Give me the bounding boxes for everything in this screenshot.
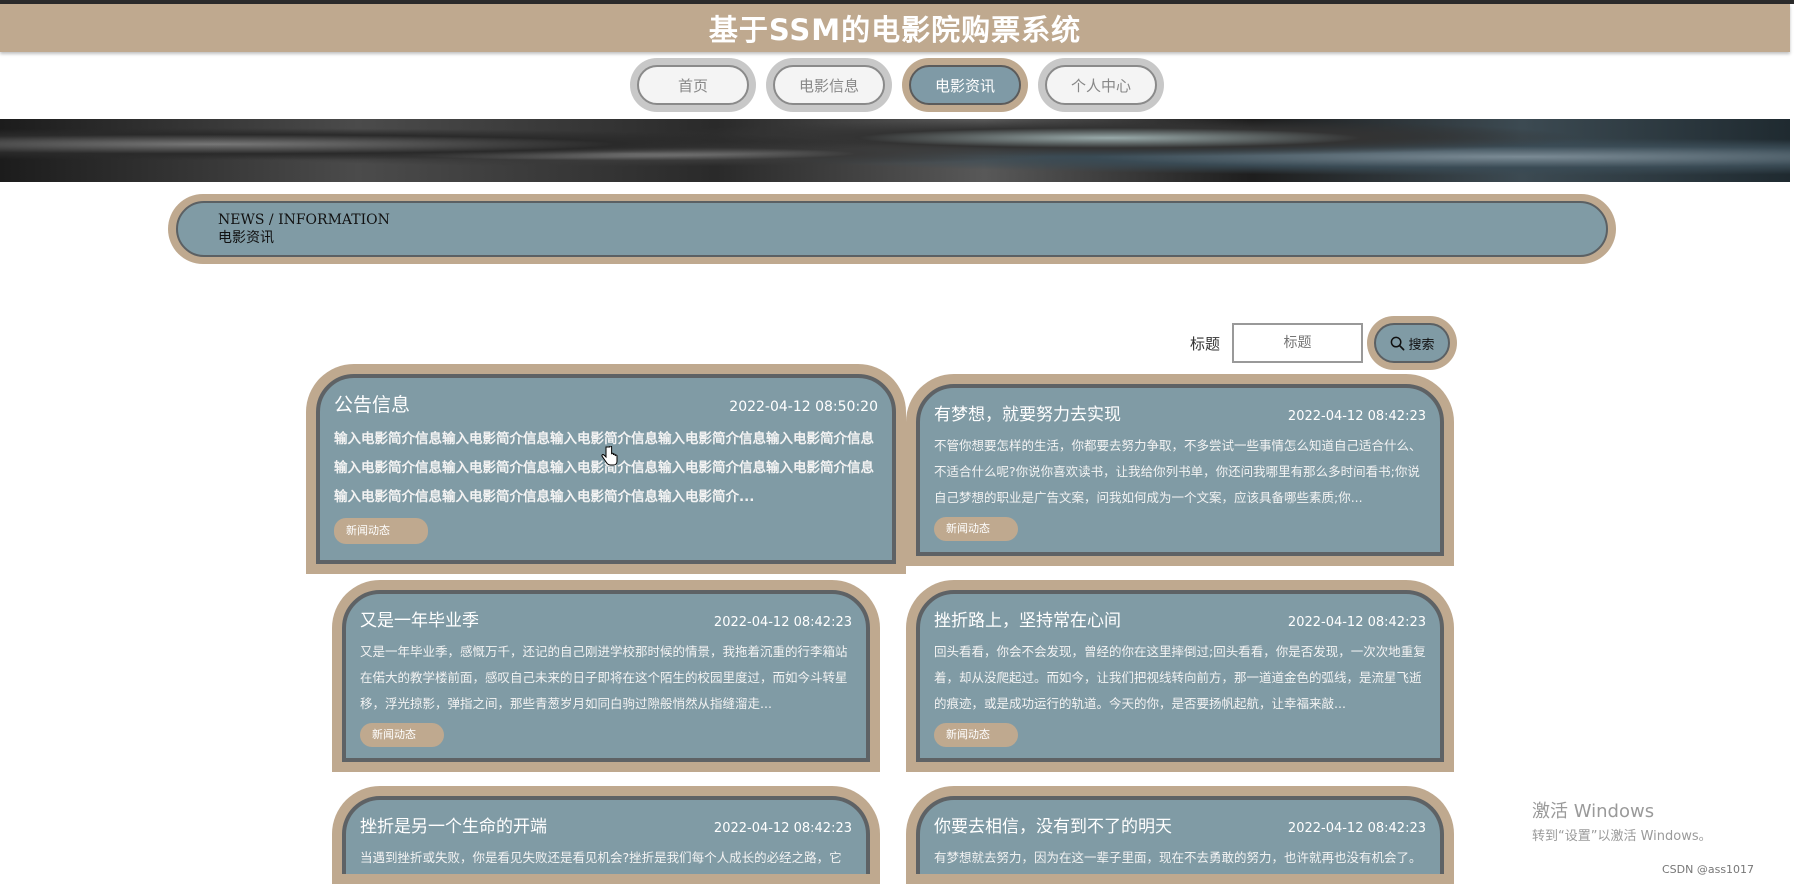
- news-card[interactable]: 公告信息 2022-04-12 08:50:20 输入电影简介信息输入电影简介信…: [306, 364, 906, 574]
- news-title: 挫折路上，坚持常在心间: [934, 611, 1121, 631]
- news-date: 2022-04-12 08:50:20: [729, 399, 878, 415]
- windows-activation-watermark: 激活 Windows 转到“设置”以激活 Windows。: [1532, 797, 1712, 844]
- news-title: 挫折是另一个生命的开端: [360, 817, 547, 837]
- nav-label: 电影信息: [773, 65, 885, 105]
- nav-item-profile[interactable]: 个人中心: [1038, 58, 1164, 112]
- news-date: 2022-04-12 08:42:23: [1287, 821, 1426, 836]
- site-header: 基于SSM的电影院购票系统: [0, 4, 1790, 52]
- news-date: 2022-04-12 08:42:23: [1287, 409, 1426, 424]
- search-icon: [1390, 336, 1404, 350]
- hand-cursor-icon: [601, 446, 618, 466]
- news-date: 2022-04-12 08:42:23: [713, 615, 852, 630]
- news-summary: 当遇到挫折或失败，你是看见失败还是看见机会?挫折是我们每个人成长的必经之路，它不…: [360, 850, 842, 865]
- news-card-panel: 挫折路上，坚持常在心间 2022-04-12 08:42:23 回头看看，你会不…: [916, 590, 1444, 762]
- nav-label: 电影资讯: [909, 65, 1021, 105]
- search-button-label: 搜索: [1408, 337, 1435, 353]
- search-bar: 标题 搜索: [1190, 316, 1458, 370]
- news-card[interactable]: 挫折是另一个生命的开端 2022-04-12 08:42:23 当遇到挫折或失败…: [332, 786, 880, 884]
- search-input[interactable]: [1232, 323, 1364, 363]
- news-title: 又是一年毕业季: [360, 611, 479, 631]
- news-card[interactable]: 又是一年毕业季 2022-04-12 08:42:23 又是一年毕业季，感慨万千…: [332, 580, 880, 772]
- breadcrumb: NEWS / INFORMATION 电影资讯: [168, 194, 1616, 264]
- watermark-line2: 转到“设置”以激活 Windows。: [1532, 829, 1712, 844]
- watermark-line1: 激活 Windows: [1532, 801, 1655, 822]
- news-card-panel: 你要去相信，没有到不了的明天 2022-04-12 08:42:23 有梦想就去…: [916, 796, 1444, 874]
- news-title: 公告信息: [334, 394, 411, 416]
- credit-text: CSDN @ass1017: [1662, 863, 1755, 876]
- news-title: 你要去相信，没有到不了的明天: [934, 817, 1172, 837]
- news-summary: 回头看看，你会不会发现，曾经的你在这里摔倒过;回头看看，你是否发现，一次次地重复…: [934, 644, 1426, 711]
- news-title: 有梦想，就要努力去实现: [934, 405, 1121, 425]
- search-button[interactable]: 搜索: [1374, 323, 1451, 363]
- news-summary: 又是一年毕业季，感慨万千，还记的自己刚进学校那时候的情景，我拖着沉重的行李箱站在…: [360, 644, 848, 711]
- news-summary: 有梦想就去努力，因为在这一辈子里面，现在不去勇敢的努力，也许就再也没有机会了。你…: [934, 850, 1422, 865]
- main-nav: 首页 电影信息 电影资讯 个人中心: [0, 58, 1794, 112]
- nav-item-movies[interactable]: 电影信息: [766, 58, 892, 112]
- news-summary: 输入电影简介信息输入电影简介信息输入电影简介信息输入电影简介信息输入电影简介信息…: [334, 431, 874, 505]
- news-tag[interactable]: 新闻动态: [360, 723, 444, 747]
- news-card-panel: 公告信息 2022-04-12 08:50:20 输入电影简介信息输入电影简介信…: [316, 374, 896, 564]
- search-label: 标题: [1190, 334, 1221, 353]
- news-card-panel: 又是一年毕业季 2022-04-12 08:42:23 又是一年毕业季，感慨万千…: [342, 590, 870, 762]
- nav-item-news[interactable]: 电影资讯: [902, 58, 1028, 112]
- news-tag[interactable]: 新闻动态: [934, 723, 1018, 747]
- breadcrumb-cn: 电影资讯: [218, 230, 274, 246]
- news-card-panel: 挫折是另一个生命的开端 2022-04-12 08:42:23 当遇到挫折或失败…: [342, 796, 870, 874]
- news-tag[interactable]: 新闻动态: [934, 517, 1018, 541]
- news-card[interactable]: 有梦想，就要努力去实现 2022-04-12 08:42:23 不管你想要怎样的…: [906, 374, 1454, 566]
- nav-item-home[interactable]: 首页: [630, 58, 756, 112]
- news-date: 2022-04-12 08:42:23: [1287, 615, 1426, 630]
- breadcrumb-panel: NEWS / INFORMATION 电影资讯: [176, 201, 1608, 257]
- banner-image: [0, 119, 1790, 182]
- news-tag[interactable]: 新闻动态: [334, 518, 428, 544]
- news-card-panel: 有梦想，就要努力去实现 2022-04-12 08:42:23 不管你想要怎样的…: [916, 384, 1444, 556]
- news-card[interactable]: 挫折路上，坚持常在心间 2022-04-12 08:42:23 回头看看，你会不…: [906, 580, 1454, 772]
- site-title: 基于SSM的电影院购票系统: [708, 13, 1082, 47]
- nav-label: 首页: [637, 65, 749, 105]
- breadcrumb-en: NEWS / INFORMATION: [218, 212, 390, 228]
- news-summary: 不管你想要怎样的生活，你都要去努力争取，不多尝试一些事情怎么知道自己适合什么、不…: [934, 438, 1422, 505]
- news-card[interactable]: 你要去相信，没有到不了的明天 2022-04-12 08:42:23 有梦想就去…: [906, 786, 1454, 884]
- nav-label: 个人中心: [1045, 65, 1157, 105]
- search-button-frame: 搜索: [1367, 316, 1458, 370]
- news-date: 2022-04-12 08:42:23: [713, 821, 852, 836]
